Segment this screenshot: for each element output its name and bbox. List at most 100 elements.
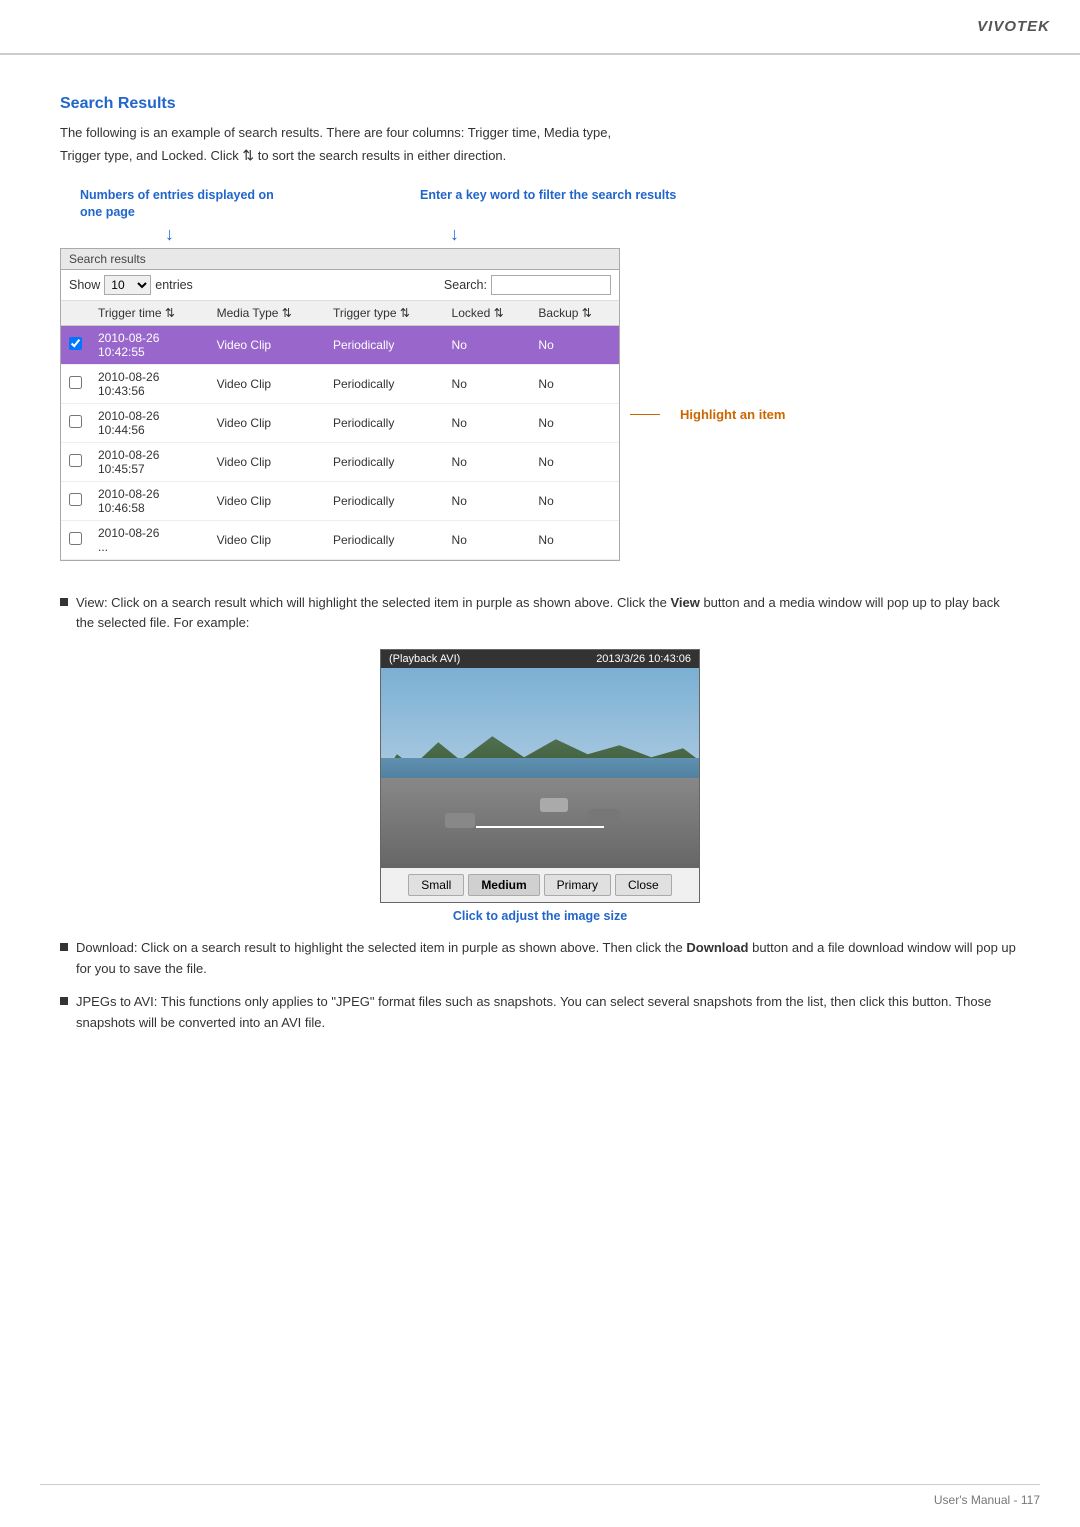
road-bg: [381, 778, 699, 868]
backup-cell: No: [530, 364, 619, 403]
row-checkbox[interactable]: [69, 493, 82, 506]
checkbox-col-header: [61, 301, 90, 326]
close-button[interactable]: Close: [615, 874, 672, 896]
media-titlebar: (Playback AVI) 2013/3/26 10:43:06: [381, 650, 699, 668]
table-row[interactable]: 2010-08-26... Video Clip Periodically No…: [61, 520, 619, 559]
bullet-icon-view: [60, 598, 68, 606]
panel-label: Search results: [61, 249, 619, 270]
trigger-type-header[interactable]: Trigger type ⇅: [325, 301, 444, 326]
row-checkbox[interactable]: [69, 337, 82, 350]
section-description: The following is an example of search re…: [60, 123, 1020, 167]
table-row[interactable]: 2010-08-2610:42:55 Video Clip Periodical…: [61, 325, 619, 364]
media-type-cell: Video Clip: [209, 481, 325, 520]
trigger-time-cell: 2010-08-2610:44:56: [90, 403, 209, 442]
trigger-time-header[interactable]: Trigger time ⇅: [90, 301, 209, 326]
media-type-cell: Video Clip: [209, 364, 325, 403]
row-checkbox-cell[interactable]: [61, 325, 90, 364]
trigger-time-cell: 2010-08-2610:45:57: [90, 442, 209, 481]
highlight-annotation: Highlight an item: [630, 407, 785, 422]
row-checkbox-cell[interactable]: [61, 403, 90, 442]
bullet-icon-jpegs: [60, 997, 68, 1005]
media-title-right: 2013/3/26 10:43:06: [596, 653, 691, 665]
row-checkbox-cell[interactable]: [61, 442, 90, 481]
desc-line2: Trigger type, and Locked. Click: [60, 148, 239, 163]
search-control: Search:: [444, 275, 611, 295]
locked-header[interactable]: Locked ⇅: [444, 301, 531, 326]
page-header: VIVOTEK: [0, 0, 1080, 55]
page-footer: User's Manual - 117: [40, 1484, 1040, 1507]
car-1: [445, 813, 475, 828]
entries-label: entries: [155, 278, 193, 292]
table-controls: Show 10 25 50 100 entries Search:: [61, 270, 619, 301]
section-title: Search Results: [60, 95, 1020, 113]
backup-header[interactable]: Backup ⇅: [530, 301, 619, 326]
trigger-time-cell: 2010-08-2610:46:58: [90, 481, 209, 520]
highlight-label: Highlight an item: [680, 407, 785, 422]
row-checkbox-cell[interactable]: [61, 481, 90, 520]
backup-cell: No: [530, 442, 619, 481]
trigger-type-cell: Periodically: [325, 520, 444, 559]
trigger-time-cell: 2010-08-2610:43:56: [90, 364, 209, 403]
backup-cell: No: [530, 325, 619, 364]
search-results-panel: Search results Show 10 25 50 100 entries…: [60, 248, 620, 561]
media-title-left: (Playback AVI): [389, 653, 460, 665]
bullet-jpegs: JPEGs to AVI: This functions only applie…: [60, 992, 1020, 1034]
backup-cell: No: [530, 481, 619, 520]
brand-name: VIVOTEK: [977, 18, 1050, 35]
arrow-right-icon: ↓: [450, 224, 459, 245]
table-row[interactable]: 2010-08-2610:43:56 Video Clip Periodical…: [61, 364, 619, 403]
trigger-type-cell: Periodically: [325, 481, 444, 520]
table-row[interactable]: 2010-08-2610:46:58 Video Clip Periodical…: [61, 481, 619, 520]
locked-cell: No: [444, 442, 531, 481]
media-type-header[interactable]: Media Type ⇅: [209, 301, 325, 326]
table-header: Trigger time ⇅ Media Type ⇅ Trigger type…: [61, 301, 619, 326]
locked-cell: No: [444, 403, 531, 442]
highlight-line: [630, 414, 660, 415]
trigger-type-cell: Periodically: [325, 325, 444, 364]
show-label: Show: [69, 278, 100, 292]
road-scene: [381, 668, 699, 868]
row-checkbox[interactable]: [69, 454, 82, 467]
entries-select[interactable]: 10 25 50 100: [104, 275, 151, 295]
top-annotations: Numbers of entries displayed on one page…: [60, 187, 1020, 222]
trigger-type-cell: Periodically: [325, 442, 444, 481]
trigger-time-cell: 2010-08-26...: [90, 520, 209, 559]
desc-line1: The following is an example of search re…: [60, 125, 611, 140]
media-type-cell: Video Clip: [209, 520, 325, 559]
trigger-type-cell: Periodically: [325, 364, 444, 403]
row-checkbox-cell[interactable]: [61, 520, 90, 559]
row-checkbox[interactable]: [69, 532, 82, 545]
results-table: Trigger time ⇅ Media Type ⇅ Trigger type…: [61, 301, 619, 560]
media-type-cell: Video Clip: [209, 442, 325, 481]
locked-cell: No: [444, 481, 531, 520]
media-player: (Playback AVI) 2013/3/26 10:43:06 Small: [380, 649, 700, 903]
arrow-left-icon: ↓: [165, 224, 174, 245]
table-section: Search results Show 10 25 50 100 entries…: [60, 248, 1020, 581]
locked-cell: No: [444, 520, 531, 559]
trigger-time-cell: 2010-08-2610:42:55: [90, 325, 209, 364]
click-to-adjust-label: Click to adjust the image size: [60, 909, 1020, 923]
row-checkbox[interactable]: [69, 415, 82, 428]
media-video-area: [381, 668, 699, 868]
bullet-text-view: View: Click on a search result which wil…: [76, 593, 1020, 635]
row-checkbox[interactable]: [69, 376, 82, 389]
main-content: Search Results The following is an examp…: [0, 55, 1080, 1085]
footer-text: User's Manual - 117: [934, 1493, 1040, 1507]
table-body: 2010-08-2610:42:55 Video Clip Periodical…: [61, 325, 619, 559]
car-3: [588, 809, 620, 824]
search-input[interactable]: [491, 275, 611, 295]
row-checkbox-cell[interactable]: [61, 364, 90, 403]
bullet-icon-download: [60, 943, 68, 951]
sort-icon: ⇅: [242, 144, 254, 166]
media-buttons: Small Medium Primary Close: [381, 868, 699, 902]
search-label: Search:: [444, 278, 487, 292]
road-lines: [476, 826, 603, 828]
show-entries-control: Show 10 25 50 100 entries: [69, 275, 193, 295]
small-button[interactable]: Small: [408, 874, 464, 896]
medium-button[interactable]: Medium: [468, 874, 539, 896]
annotation-right: Enter a key word to filter the search re…: [420, 187, 676, 222]
table-row[interactable]: 2010-08-2610:45:57 Video Clip Periodical…: [61, 442, 619, 481]
table-row[interactable]: 2010-08-2610:44:56 Video Clip Periodical…: [61, 403, 619, 442]
locked-cell: No: [444, 325, 531, 364]
primary-button[interactable]: Primary: [544, 874, 611, 896]
